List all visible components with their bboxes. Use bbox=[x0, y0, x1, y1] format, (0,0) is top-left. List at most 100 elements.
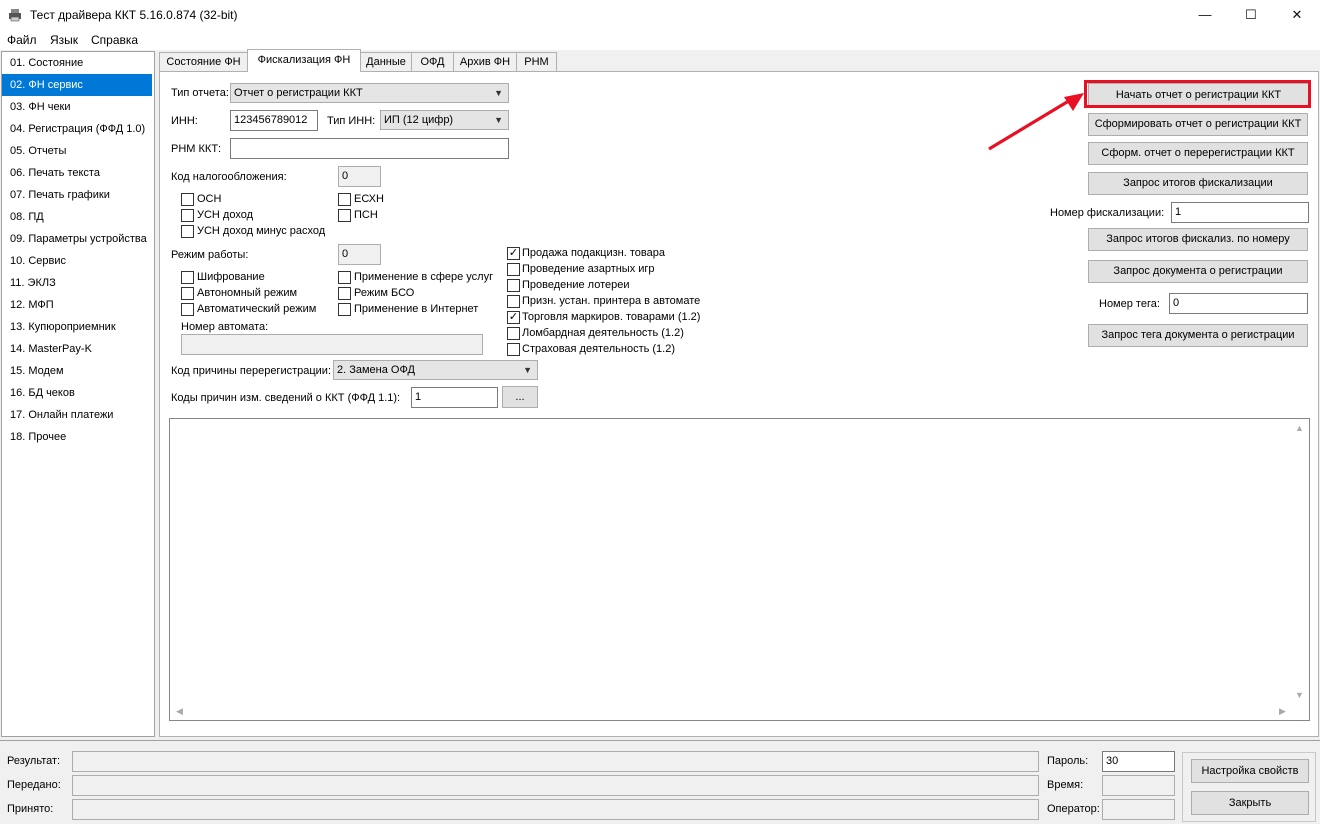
menu-help[interactable]: Справка bbox=[91, 33, 138, 47]
maximize-button[interactable]: ☐ bbox=[1228, 0, 1274, 30]
nav-item-pd[interactable]: 08. ПД bbox=[2, 206, 152, 228]
tax-osn-label: ОСН bbox=[197, 193, 222, 205]
nav-item-online-payments[interactable]: 17. Онлайн платежи bbox=[2, 404, 152, 426]
window-title: Тест драйвера ККТ 5.16.0.874 (32-bit) bbox=[30, 8, 238, 22]
tab-fn-archive[interactable]: Архив ФН bbox=[453, 52, 517, 71]
rereg-reason-select[interactable]: 2. Замена ОФД ▼ bbox=[333, 360, 538, 380]
work-mode-field[interactable]: 0 bbox=[338, 244, 381, 265]
tax-code-field[interactable]: 0 bbox=[338, 166, 381, 187]
internet-checkbox[interactable] bbox=[338, 303, 351, 316]
operator-field[interactable] bbox=[1102, 799, 1175, 820]
query-registration-tag-button[interactable]: Запрос тега документа о регистрации bbox=[1088, 324, 1308, 347]
fiscalization-number-field[interactable]: 1 bbox=[1171, 202, 1309, 223]
chevron-down-icon: ▼ bbox=[523, 365, 532, 375]
inn-field[interactable]: 123456789012 bbox=[230, 110, 318, 131]
nav-item-print-text[interactable]: 06. Печать текста bbox=[2, 162, 152, 184]
services-checkbox[interactable] bbox=[338, 271, 351, 284]
nav-item-receipt-db[interactable]: 16. БД чеков bbox=[2, 382, 152, 404]
nav-item-reports[interactable]: 05. Отчеты bbox=[2, 140, 152, 162]
nav-item-service[interactable]: 10. Сервис bbox=[2, 250, 152, 272]
tax-usn-income-label: УСН доход bbox=[197, 209, 254, 221]
result-field[interactable] bbox=[72, 751, 1039, 772]
output-textarea[interactable] bbox=[169, 418, 1310, 721]
nav-item-fn-receipts[interactable]: 03. ФН чеки bbox=[2, 96, 152, 118]
sent-field[interactable] bbox=[72, 775, 1039, 796]
scroll-right-icon[interactable]: ▶ bbox=[1279, 706, 1286, 717]
minimize-button[interactable]: — bbox=[1182, 0, 1228, 30]
nav-item-device-params[interactable]: 09. Параметры устройства bbox=[2, 228, 152, 250]
password-field[interactable]: 30 bbox=[1102, 751, 1175, 772]
query-fiscalization-totals-button[interactable]: Запрос итогов фискализации bbox=[1088, 172, 1308, 195]
scroll-up-icon[interactable]: ▲ bbox=[1295, 423, 1304, 433]
nav-item-fn-service[interactable]: 02. ФН сервис bbox=[2, 74, 152, 96]
result-label: Результат: bbox=[7, 755, 61, 767]
gambling-checkbox[interactable] bbox=[507, 263, 520, 276]
tab-fn-state[interactable]: Состояние ФН bbox=[159, 52, 248, 71]
tab-fn-fiscalization[interactable]: Фискализация ФН bbox=[247, 49, 361, 72]
tax-osn-checkbox[interactable] bbox=[181, 193, 194, 206]
time-label: Время: bbox=[1047, 779, 1084, 791]
marked-goods-checkbox[interactable]: ✓ bbox=[507, 311, 520, 324]
scroll-down-icon[interactable]: ▼ bbox=[1295, 690, 1304, 700]
query-registration-document-button[interactable]: Запрос документа о регистрации bbox=[1088, 260, 1308, 283]
encryption-label: Шифрование bbox=[197, 271, 265, 283]
tab-data[interactable]: Данные bbox=[360, 52, 412, 71]
inn-type-label: Тип ИНН: bbox=[327, 115, 376, 127]
menu-bar bbox=[0, 30, 1320, 50]
inn-label: ИНН: bbox=[171, 115, 198, 127]
automatic-mode-checkbox[interactable] bbox=[181, 303, 194, 316]
autonomous-mode-checkbox[interactable] bbox=[181, 287, 194, 300]
gambling-label: Проведение азартных игр bbox=[522, 263, 655, 275]
change-codes-field[interactable]: 1 bbox=[411, 387, 498, 408]
tab-ofd[interactable]: ОФД bbox=[411, 52, 454, 71]
nav-item-print-graphics[interactable]: 07. Печать графики bbox=[2, 184, 152, 206]
fiscalization-number-label: Номер фискализации: bbox=[1050, 207, 1165, 219]
report-type-label: Тип отчета: bbox=[171, 87, 229, 99]
pawnshop-checkbox[interactable] bbox=[507, 327, 520, 340]
make-registration-report-button[interactable]: Сформировать отчет о регистрации ККТ bbox=[1088, 113, 1308, 136]
tax-psn-checkbox[interactable] bbox=[338, 209, 351, 222]
rereg-reason-label: Код причины перерегистрации: bbox=[171, 365, 332, 377]
bso-mode-checkbox[interactable] bbox=[338, 287, 351, 300]
tax-usn-income-expense-checkbox[interactable] bbox=[181, 225, 194, 238]
insurance-checkbox[interactable] bbox=[507, 343, 520, 356]
menu-file[interactable]: Файл bbox=[7, 33, 37, 47]
chevron-down-icon: ▼ bbox=[494, 88, 503, 98]
tag-number-field[interactable]: 0 bbox=[1169, 293, 1308, 314]
close-window-button[interactable]: ✕ bbox=[1274, 0, 1320, 30]
tax-code-label: Код налогообложения: bbox=[171, 171, 287, 183]
settings-button[interactable]: Настройка свойств bbox=[1191, 759, 1309, 783]
rnm-field[interactable] bbox=[230, 138, 509, 159]
pawnshop-label: Ломбардная деятельность (1.2) bbox=[522, 327, 684, 339]
report-type-select[interactable]: Отчет о регистрации ККТ ▼ bbox=[230, 83, 509, 103]
printer-in-automat-checkbox[interactable] bbox=[507, 295, 520, 308]
nav-item-bill-acceptor[interactable]: 13. Купюроприемник bbox=[2, 316, 152, 338]
report-type-value: Отчет о регистрации ККТ bbox=[234, 87, 363, 99]
change-codes-browse-button[interactable]: ... bbox=[502, 386, 538, 408]
time-field[interactable] bbox=[1102, 775, 1175, 796]
status-divider bbox=[0, 740, 1320, 741]
lottery-checkbox[interactable] bbox=[507, 279, 520, 292]
nav-item-registration[interactable]: 04. Регистрация (ФФД 1.0) bbox=[2, 118, 152, 140]
nav-item-mfp[interactable]: 12. МФП bbox=[2, 294, 152, 316]
nav-item-eklz[interactable]: 11. ЭКЛЗ bbox=[2, 272, 152, 294]
tab-rnm[interactable]: РНМ bbox=[516, 52, 557, 71]
nav-item-masterpay[interactable]: 14. MasterPay-K bbox=[2, 338, 152, 360]
nav-item-other[interactable]: 18. Прочее bbox=[2, 426, 152, 448]
excise-goods-checkbox[interactable]: ✓ bbox=[507, 247, 520, 260]
make-reregistration-report-button[interactable]: Сформ. отчет о перерегистрации ККТ bbox=[1088, 142, 1308, 165]
password-label: Пароль: bbox=[1047, 755, 1089, 767]
tax-usn-income-checkbox[interactable] bbox=[181, 209, 194, 222]
close-button[interactable]: Закрыть bbox=[1191, 791, 1309, 815]
nav-item-modem[interactable]: 15. Модем bbox=[2, 360, 152, 382]
automat-number-field[interactable] bbox=[181, 334, 483, 355]
received-field[interactable] bbox=[72, 799, 1039, 820]
rnm-label: РНМ ККТ: bbox=[171, 143, 222, 155]
query-fiscalization-by-number-button[interactable]: Запрос итогов фискализ. по номеру bbox=[1088, 228, 1308, 251]
encryption-checkbox[interactable] bbox=[181, 271, 194, 284]
nav-item-status[interactable]: 01. Состояние bbox=[2, 52, 152, 74]
scroll-left-icon[interactable]: ◀ bbox=[176, 706, 183, 717]
menu-language[interactable]: Язык bbox=[50, 33, 78, 47]
inn-type-select[interactable]: ИП (12 цифр) ▼ bbox=[380, 110, 509, 130]
tax-eshn-checkbox[interactable] bbox=[338, 193, 351, 206]
